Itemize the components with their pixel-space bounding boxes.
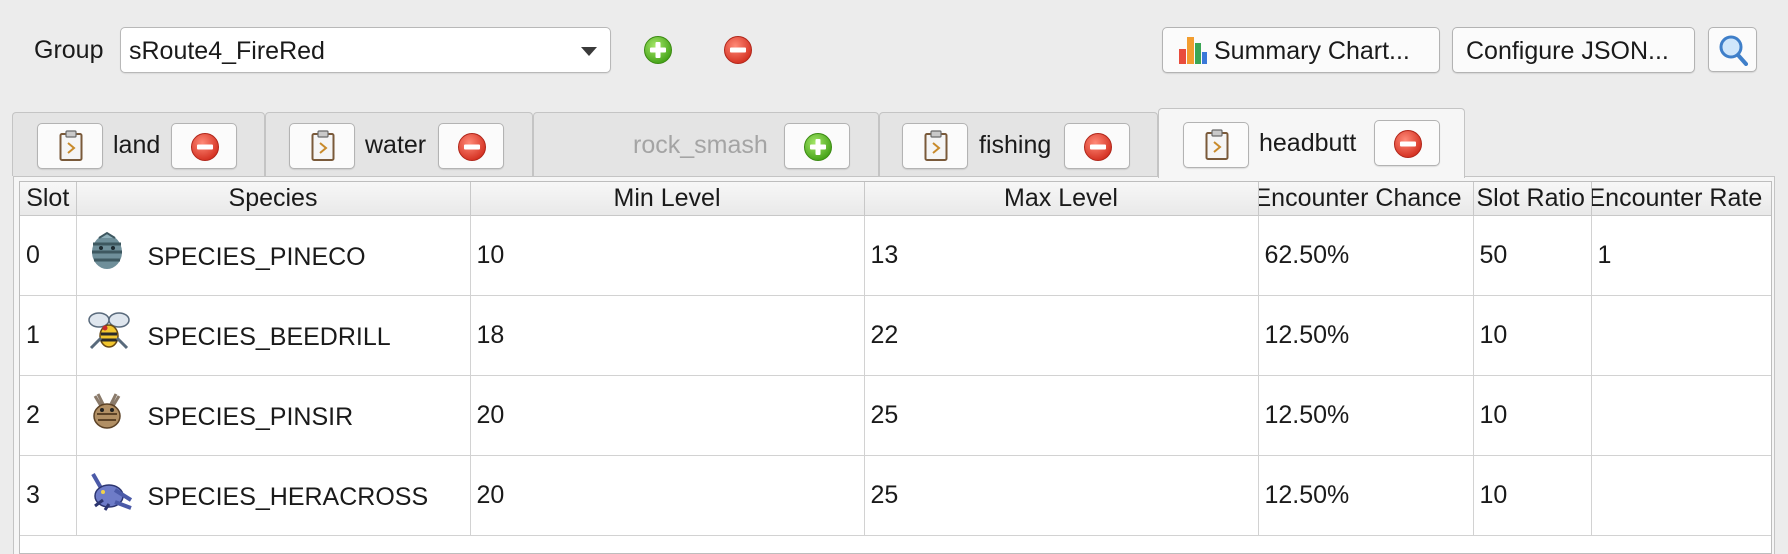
slot-cell[interactable]: 1 xyxy=(20,295,77,376)
encounter-rate-cell[interactable] xyxy=(1591,375,1771,456)
encounter-rate-cell[interactable] xyxy=(1591,295,1771,376)
column-header-max-level[interactable]: Max Level xyxy=(864,182,1259,216)
summary-chart-label: Summary Chart... xyxy=(1214,37,1410,65)
slot-ratio-cell: 10 xyxy=(1473,375,1592,456)
species-cell[interactable]: SPECIES_PINSIR xyxy=(76,375,471,456)
chevron-down-icon xyxy=(581,47,597,56)
tab-land-clipboard-button[interactable] xyxy=(37,123,103,169)
slot-ratio-cell: 10 xyxy=(1473,295,1592,376)
beedrill-sprite-icon xyxy=(87,311,130,349)
clipboard-icon xyxy=(924,130,948,162)
tab-headbutt[interactable]: headbutt xyxy=(1158,108,1465,178)
tab-fishing-remove-button[interactable] xyxy=(1064,123,1130,169)
max-level-cell[interactable]: 13 xyxy=(864,215,1259,296)
search-button[interactable] xyxy=(1708,27,1757,72)
column-header-slot[interactable]: Slot xyxy=(20,182,77,216)
slot-cell[interactable]: 2 xyxy=(20,375,77,456)
encounter-chance-cell: 12.50% xyxy=(1258,455,1474,536)
slot-ratio-cell: 10 xyxy=(1473,455,1592,536)
pineco-sprite-icon xyxy=(91,231,122,269)
species-name: SPECIES_PINECO xyxy=(147,242,366,271)
table-row[interactable]: 1 SPECIES_BEEDRILL 18 22 12.50% 10 xyxy=(20,295,1771,376)
remove-group-button[interactable] xyxy=(723,35,753,65)
tab-water-remove-button[interactable] xyxy=(438,123,504,169)
min-level-cell[interactable]: 20 xyxy=(470,375,865,456)
configure-json-label: Configure JSON... xyxy=(1466,37,1669,65)
column-header-slot-ratio[interactable]: Slot Ratio xyxy=(1473,182,1592,216)
tab-rock-smash-label: rock_smash xyxy=(633,131,768,159)
tab-fishing-clipboard-button[interactable] xyxy=(902,123,968,169)
species-cell[interactable]: SPECIES_BEEDRILL xyxy=(76,295,471,376)
search-icon xyxy=(1719,35,1748,66)
tab-headbutt-clipboard-button[interactable] xyxy=(1183,122,1249,168)
add-icon xyxy=(803,132,833,162)
group-select-value: sRoute4_FireRed xyxy=(129,37,325,65)
tab-rock-smash[interactable]: rock_smash xyxy=(533,112,879,176)
slot-cell[interactable]: 0 xyxy=(20,215,77,296)
min-level-cell[interactable]: 20 xyxy=(470,455,865,536)
add-group-button[interactable] xyxy=(643,35,673,65)
table-row[interactable]: 2 SPECIES_PINSIR 20 25 12.50% 10 xyxy=(20,375,1771,456)
encounter-chance-cell: 12.50% xyxy=(1258,375,1474,456)
clipboard-icon xyxy=(59,130,83,162)
configure-json-button[interactable]: Configure JSON... xyxy=(1452,27,1695,73)
tab-water-label: water xyxy=(365,131,427,159)
tab-headbutt-remove-button[interactable] xyxy=(1374,120,1440,166)
table-row[interactable]: 0 SPECIES_PINECO 10 13 62.50% 50 1 xyxy=(20,215,1771,296)
min-level-cell[interactable]: 18 xyxy=(470,295,865,376)
tab-water[interactable]: water xyxy=(265,112,533,176)
species-name: SPECIES_HERACROSS xyxy=(147,482,429,511)
column-header-encounter-chance[interactable]: Encounter Chance xyxy=(1258,182,1474,216)
table-header-row: Slot Species Min Level Max Level Encount… xyxy=(20,182,1771,216)
column-header-encounter-rate[interactable]: Encounter Rate xyxy=(1591,182,1771,216)
tab-land-remove-button[interactable] xyxy=(171,123,237,169)
encounter-table[interactable]: Slot Species Min Level Max Level Encount… xyxy=(19,181,1772,554)
min-level-cell[interactable]: 10 xyxy=(470,215,865,296)
heracross-sprite-icon xyxy=(90,472,132,511)
tab-fishing-label: fishing xyxy=(979,131,1052,159)
group-label: Group xyxy=(34,36,104,64)
encounter-chance-cell: 62.50% xyxy=(1258,215,1474,296)
encounter-chance-cell: 12.50% xyxy=(1258,295,1474,376)
tab-land[interactable]: land xyxy=(12,112,265,176)
remove-icon xyxy=(457,132,487,162)
tab-water-clipboard-button[interactable] xyxy=(289,123,355,169)
pinsir-sprite-icon xyxy=(92,392,121,429)
tab-fishing[interactable]: fishing xyxy=(879,112,1158,176)
species-cell[interactable]: SPECIES_PINECO xyxy=(76,215,471,296)
tab-land-label: land xyxy=(113,131,161,159)
max-level-cell[interactable]: 25 xyxy=(864,455,1259,536)
species-name: SPECIES_BEEDRILL xyxy=(147,322,391,351)
table-row[interactable]: 3 SPECIES_HERACROSS 20 25 12.50% 10 xyxy=(20,455,1771,536)
encounter-rate-cell[interactable]: 1 xyxy=(1591,215,1771,296)
column-header-min-level[interactable]: Min Level xyxy=(470,182,865,216)
species-cell[interactable]: SPECIES_HERACROSS xyxy=(76,455,471,536)
clipboard-icon xyxy=(1205,129,1229,161)
remove-icon xyxy=(1083,132,1113,162)
max-level-cell[interactable]: 22 xyxy=(864,295,1259,376)
tab-rock-smash-add-button[interactable] xyxy=(784,123,850,169)
encounter-rate-cell[interactable] xyxy=(1591,455,1771,536)
species-name: SPECIES_PINSIR xyxy=(147,402,354,431)
remove-icon xyxy=(190,132,220,162)
column-header-species[interactable]: Species xyxy=(76,182,471,216)
summary-chart-button[interactable]: Summary Chart... xyxy=(1162,27,1440,73)
slot-cell[interactable]: 3 xyxy=(20,455,77,536)
bar-chart-icon xyxy=(1179,37,1207,64)
max-level-cell[interactable]: 25 xyxy=(864,375,1259,456)
slot-ratio-cell: 50 xyxy=(1473,215,1592,296)
clipboard-icon xyxy=(311,130,335,162)
group-select[interactable]: sRoute4_FireRed xyxy=(120,27,611,73)
tab-headbutt-label: headbutt xyxy=(1259,129,1357,157)
remove-icon xyxy=(1393,129,1423,159)
